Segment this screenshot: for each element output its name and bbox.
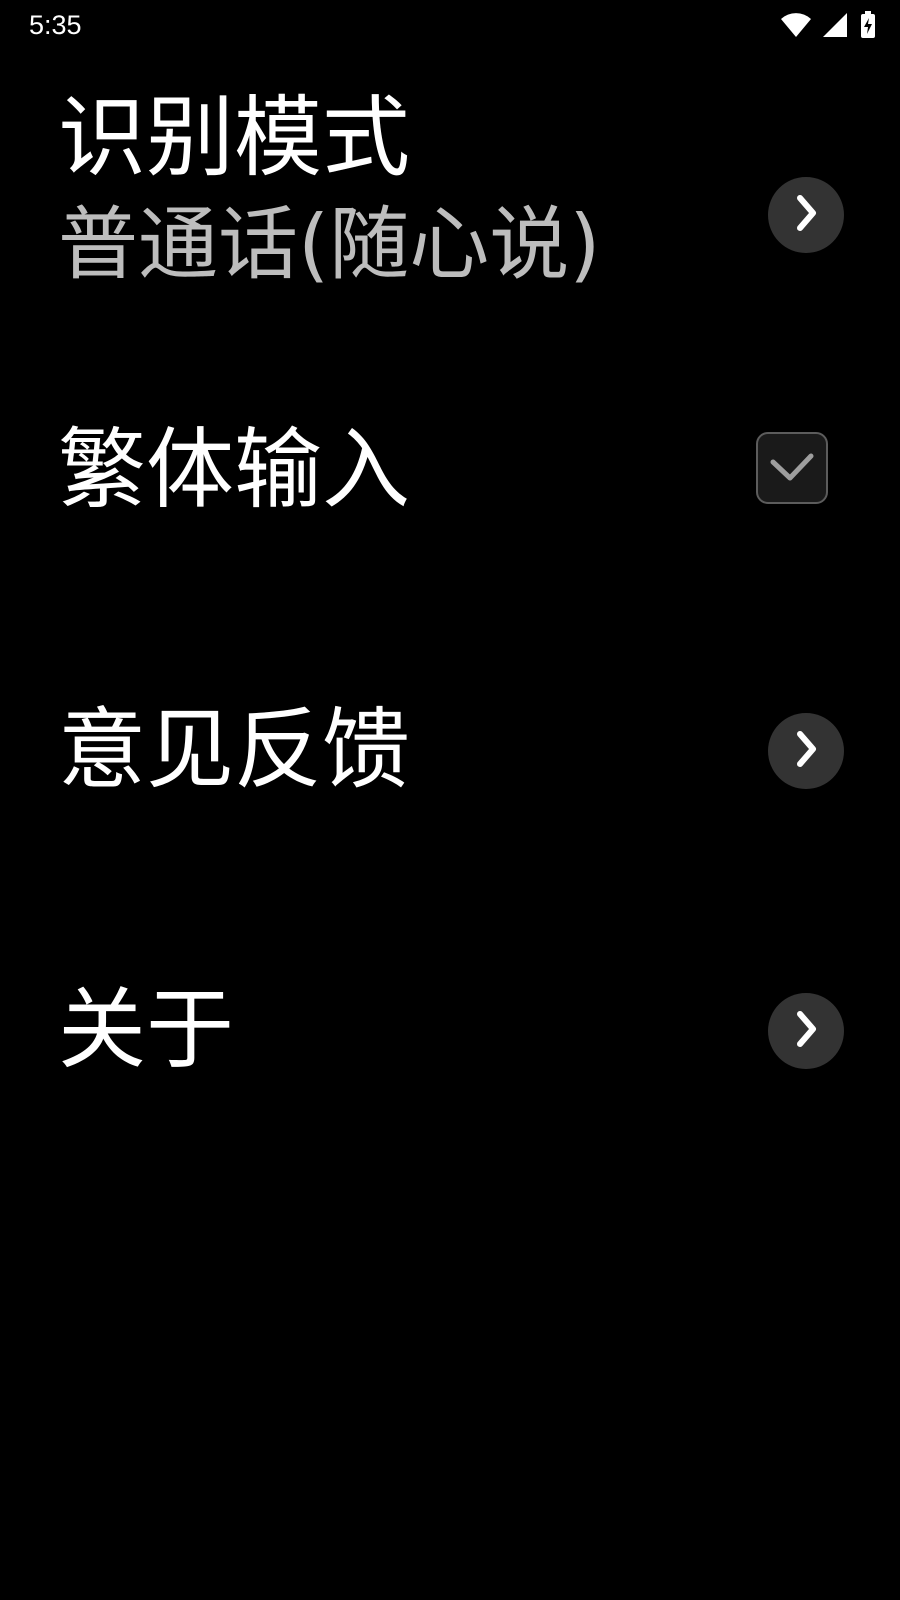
setting-recognition-mode[interactable]: 识别模式 普通话(随心说) xyxy=(0,80,900,310)
chevron-right-icon xyxy=(792,193,820,237)
feedback-title: 意见反馈 xyxy=(58,698,411,801)
recognition-mode-title: 识别模式 xyxy=(58,86,411,189)
signal-icon xyxy=(822,12,848,38)
check-icon xyxy=(768,448,816,488)
status-icons xyxy=(780,10,876,40)
chevron-right-icon xyxy=(792,1009,820,1053)
recognition-mode-arrow-button[interactable] xyxy=(768,177,844,253)
setting-traditional-input[interactable]: 繁体输入 xyxy=(0,400,900,540)
traditional-input-title: 繁体输入 xyxy=(58,418,411,521)
traditional-input-checkbox[interactable] xyxy=(756,432,828,504)
status-bar: 5:35 xyxy=(0,0,900,50)
setting-feedback[interactable]: 意见反馈 xyxy=(0,680,900,820)
recognition-mode-value: 普通话(随心说) xyxy=(58,198,601,291)
chevron-right-icon xyxy=(792,729,820,773)
wifi-icon xyxy=(780,12,812,38)
battery-charging-icon xyxy=(860,11,876,39)
status-time: 5:35 xyxy=(29,10,82,40)
feedback-arrow-button[interactable] xyxy=(768,713,844,789)
about-title: 关于 xyxy=(58,978,235,1081)
about-arrow-button[interactable] xyxy=(768,993,844,1069)
setting-about[interactable]: 关于 xyxy=(0,960,900,1100)
